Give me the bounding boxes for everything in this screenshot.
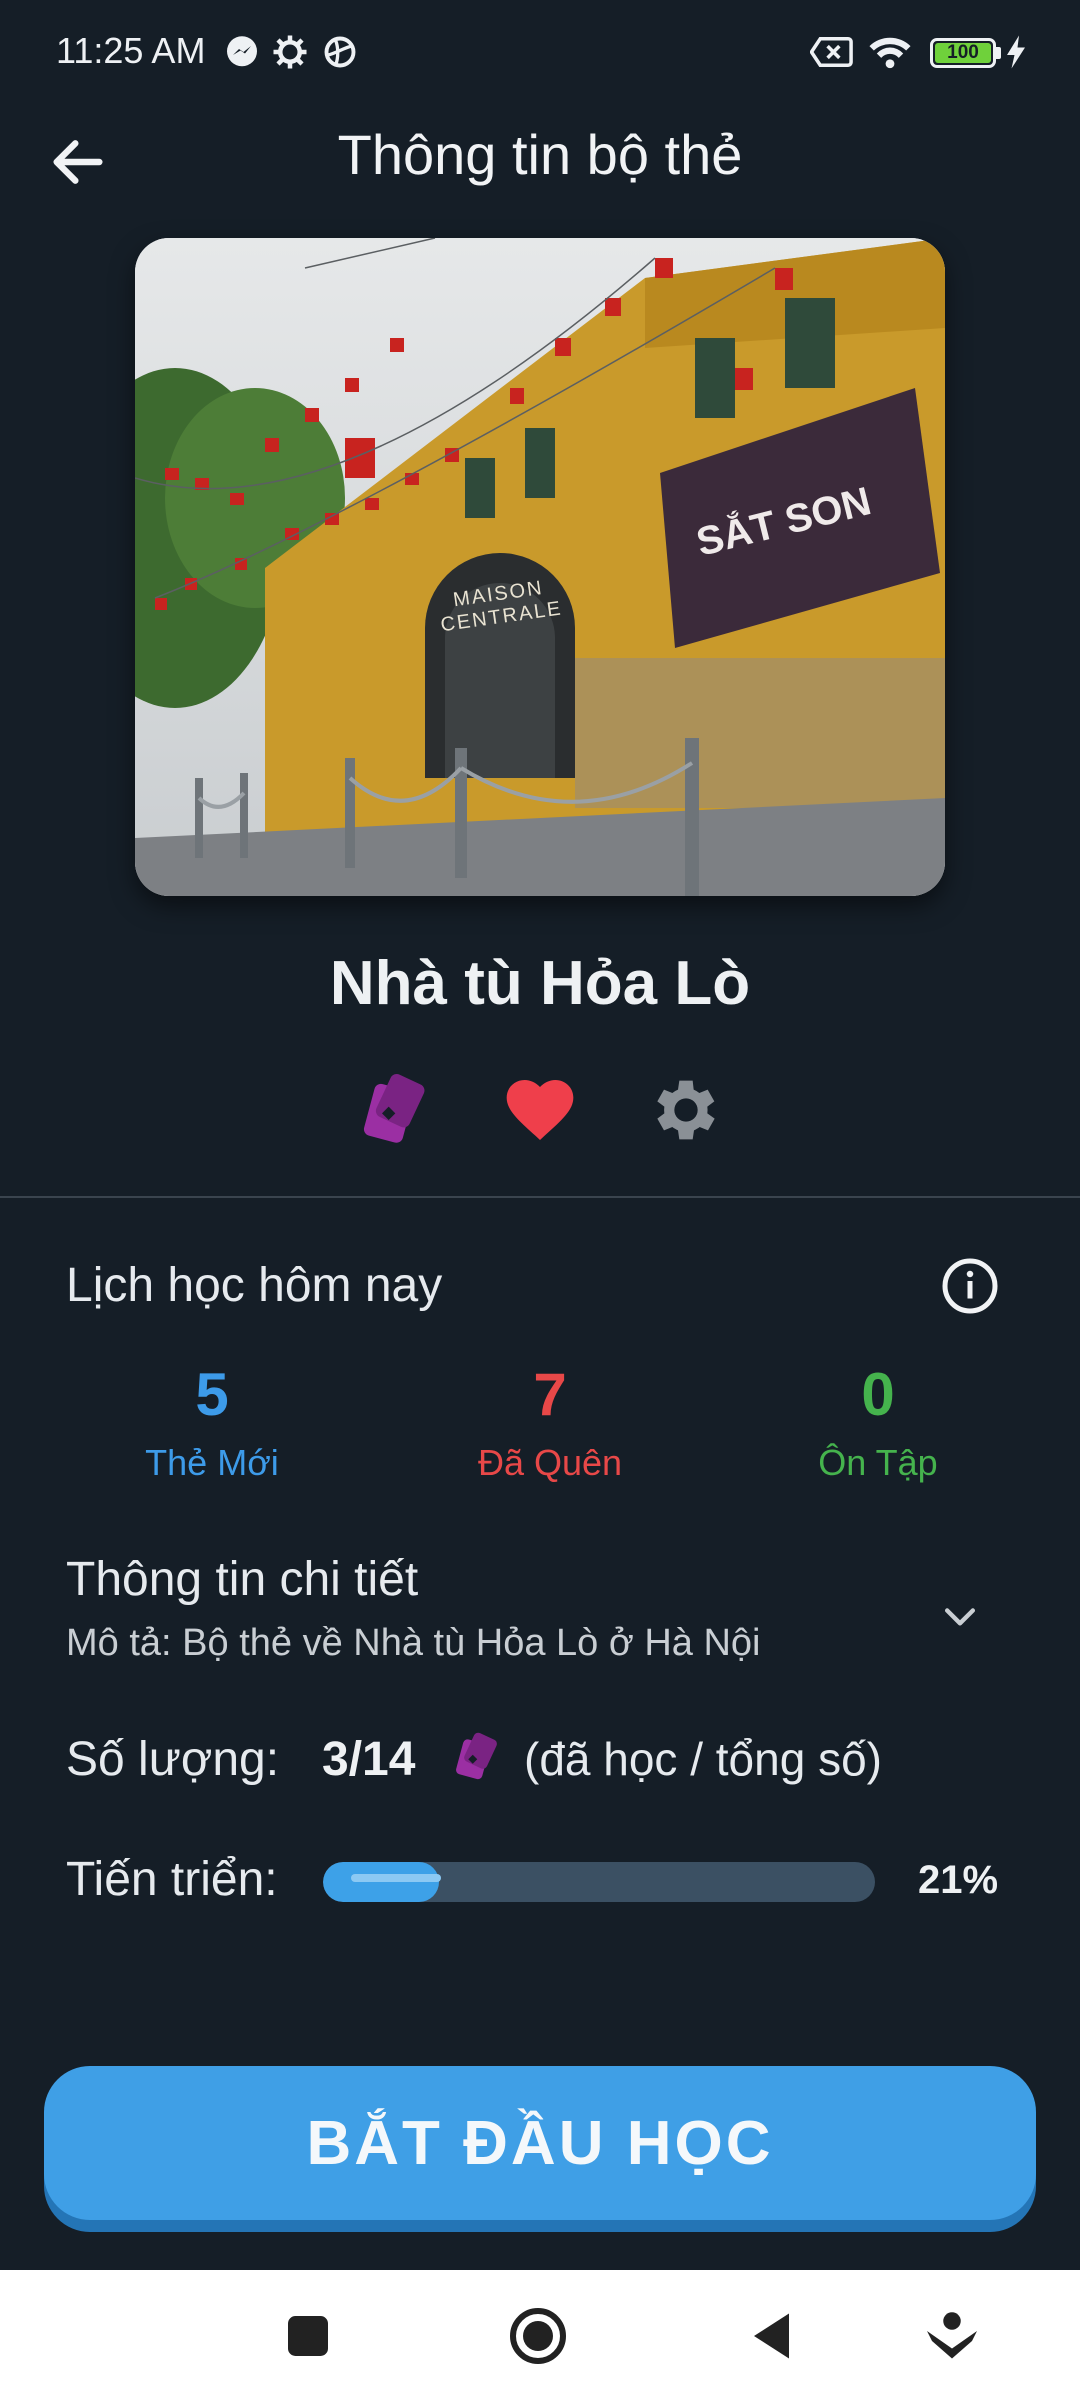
prison-facade-illustration (135, 238, 945, 896)
quantity-label: Số lượng: (66, 1733, 280, 1786)
forgotten-count: 7 (533, 1361, 567, 1428)
new-cards-label: Thẻ Mới (145, 1442, 279, 1483)
status-time: 11:25 AM (56, 30, 206, 71)
back-triangle-icon[interactable] (744, 2306, 804, 2366)
info-icon[interactable] (940, 1256, 1000, 1316)
review-label: Ôn Tập (818, 1442, 938, 1483)
recents-icon[interactable] (278, 2306, 338, 2366)
progress-fill (323, 1862, 439, 1902)
review-count: 0 (861, 1361, 895, 1428)
page-title: Thông tin bộ thẻ (337, 123, 743, 186)
charging-icon (1007, 35, 1025, 69)
settings-icon (273, 35, 307, 69)
deck-name: Nhà tù Hỏa Lò (329, 949, 751, 1018)
assistant-icon[interactable] (922, 2306, 982, 2366)
forgotten-label: Đã Quên (477, 1442, 623, 1483)
wifi-icon (869, 37, 911, 69)
section-divider (0, 1196, 1080, 1198)
quantity-value: 3/14 (322, 1733, 416, 1786)
battery-level: 100 (935, 43, 991, 63)
heart-icon[interactable] (500, 1070, 580, 1150)
deck-cover-image: MAISON CENTRALE SẮT SON (135, 238, 945, 896)
schedule-title: Lịch học hôm nay (66, 1259, 443, 1312)
details-title[interactable]: Thông tin chi tiết (66, 1552, 418, 1607)
gear-icon[interactable] (646, 1070, 726, 1150)
progress-percent: 21% (918, 1858, 999, 1902)
quantity-note: (đã học / tổng số) (524, 1733, 882, 1785)
vpn-icon (324, 36, 356, 68)
start-learning-button[interactable]: BẮT ĐẦU HỌC (44, 2066, 1036, 2220)
battery-tip (996, 47, 1001, 59)
sim-off-icon (810, 37, 853, 67)
progress-label: Tiến triển: (66, 1853, 278, 1906)
chevron-down-icon[interactable] (938, 1594, 982, 1638)
new-cards-count: 5 (195, 1361, 229, 1428)
progress-bar (323, 1862, 875, 1902)
battery-icon: 100 (930, 38, 996, 68)
messenger-icon (227, 36, 257, 67)
details-description: Mô tả: Bộ thẻ về Nhà tù Hỏa Lò ở Hà Nội (66, 1622, 761, 1664)
cards-icon-small (456, 1732, 497, 1780)
progress-highlight (351, 1874, 441, 1882)
cards-icon[interactable] (352, 1070, 432, 1150)
home-icon[interactable] (508, 2306, 568, 2366)
